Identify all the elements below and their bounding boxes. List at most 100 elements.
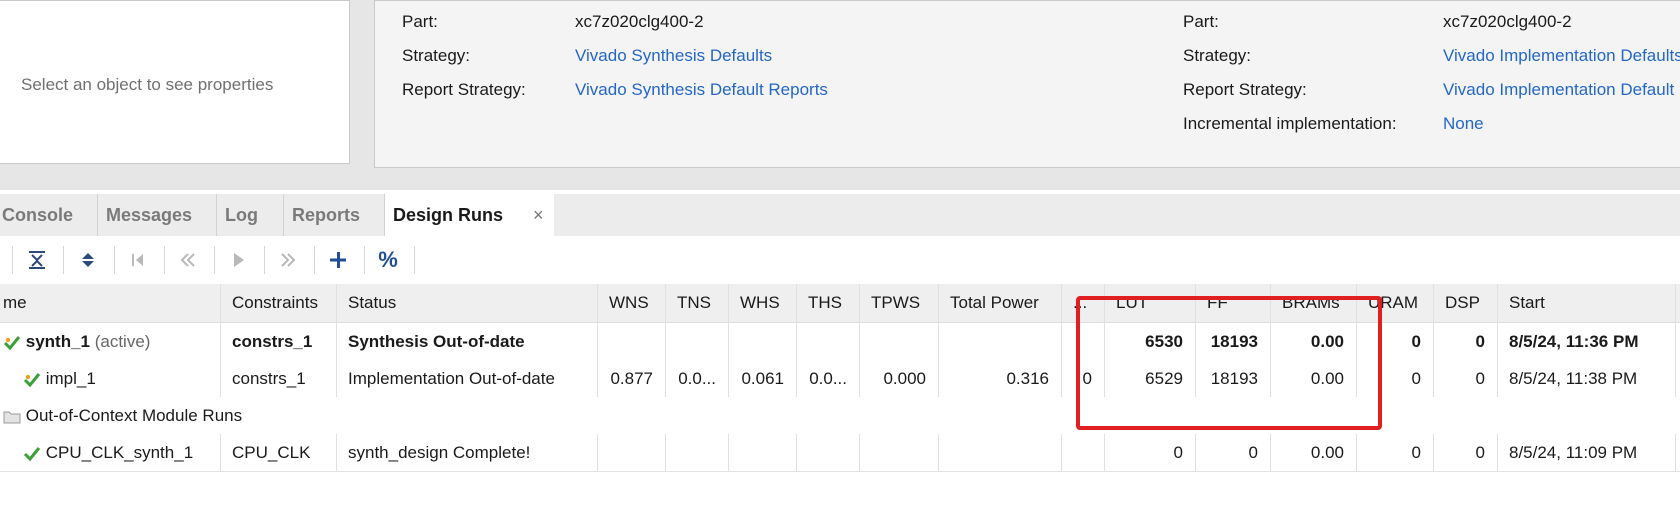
whs-cell: [729, 323, 797, 360]
ths-cell: [797, 434, 860, 471]
first-icon[interactable]: [122, 244, 154, 276]
expand-all-icon[interactable]: [72, 244, 104, 276]
constraints-cell: CPU_CLK: [221, 434, 337, 471]
total-power-cell: 0.316: [939, 360, 1062, 397]
status-check-icon: [23, 372, 41, 387]
run-name: synth_1: [25, 332, 90, 351]
toolbar-separator: [364, 246, 365, 274]
start-cell: 8/5/24, 11:38 PM: [1498, 360, 1676, 397]
total-power-cell: [939, 434, 1062, 471]
col-header-status[interactable]: Status: [337, 284, 598, 322]
col-header-wns[interactable]: WNS: [598, 284, 666, 322]
tpws-cell: [860, 434, 939, 471]
col-header-tns[interactable]: TNS: [666, 284, 729, 322]
impl-strategy-link[interactable]: Vivado Implementation Defaults: [1443, 46, 1680, 66]
next-icon[interactable]: [272, 244, 304, 276]
constraints-cell: constrs_1: [221, 360, 337, 397]
tab-messages[interactable]: Messages: [97, 194, 217, 236]
table-header: me Constraints Status WNS TNS WHS THS TP…: [0, 284, 1680, 323]
toolbar-separator: [214, 246, 215, 274]
whs-cell: 0.061: [729, 360, 797, 397]
whs-cell: [729, 434, 797, 471]
lut-cell: 0: [1105, 434, 1196, 471]
start-cell: 8/5/24, 11:36 PM: [1498, 323, 1676, 360]
table-row[interactable]: impl_1 constrs_1 Implementation Out-of-d…: [0, 360, 1680, 398]
dsp-cell: 0: [1434, 323, 1498, 360]
wns-cell: 0.877: [598, 360, 666, 397]
uram-cell: 0: [1357, 434, 1434, 471]
group-name-cell: Out-of-Context Module Runs: [0, 397, 592, 434]
collapse-all-icon[interactable]: [21, 244, 53, 276]
synth-part-label: Part:: [402, 12, 438, 31]
design-runs-toolbar: %: [0, 236, 1680, 284]
col-header-constraints[interactable]: Constraints: [221, 284, 337, 322]
properties-panel: Select an object to see properties: [0, 0, 350, 164]
status-cell: synth_design Complete!: [337, 434, 598, 471]
tab-reports[interactable]: Reports: [283, 194, 385, 236]
ff-cell: 0: [1196, 434, 1271, 471]
tab-console[interactable]: Console: [0, 194, 98, 236]
tpws-cell: 0.000: [860, 360, 939, 397]
toolbar-separator: [114, 246, 115, 274]
tab-log[interactable]: Log: [216, 194, 284, 236]
group-name: Out-of-Context Module Runs: [25, 406, 243, 425]
impl-part-label: Part:: [1183, 12, 1219, 31]
run-name-cell: impl_1: [0, 360, 221, 397]
impl-report-strategy-link[interactable]: Vivado Implementation Default Reports: [1443, 80, 1680, 100]
impl-incremental-link[interactable]: None: [1443, 114, 1484, 134]
col-header-name[interactable]: me: [0, 284, 221, 322]
status-cell: Synthesis Out-of-date: [337, 323, 598, 360]
impl-part-value: xc7z020clg400-2: [1443, 12, 1572, 31]
highlight-annotation-box: [1076, 296, 1382, 430]
toolbar-separator: [414, 246, 415, 274]
col-header-tpws[interactable]: TPWS: [860, 284, 939, 322]
table-row[interactable]: CPU_CLK_synth_1 CPU_CLK synth_design Com…: [0, 434, 1680, 472]
table-group-row[interactable]: Out-of-Context Module Runs: [0, 397, 1680, 435]
impl-strategy-label: Strategy:: [1183, 46, 1252, 65]
ths-cell: [797, 323, 860, 360]
col-header-total-power[interactable]: Total Power: [939, 284, 1062, 322]
tns-cell: 0.0...: [666, 360, 729, 397]
run-name: CPU_CLK_synth_1: [45, 443, 194, 462]
tab-design-runs[interactable]: Design Runs: [384, 194, 554, 236]
wns-cell: [598, 323, 666, 360]
status-check-icon: [3, 335, 21, 350]
wns-cell: [598, 434, 666, 471]
col-header-whs[interactable]: WHS: [729, 284, 797, 322]
folder-icon: [3, 411, 21, 424]
tns-cell: [666, 323, 729, 360]
run-name-cell: CPU_CLK_synth_1: [0, 434, 221, 471]
top-area: Select an object to see properties Part:…: [0, 0, 1680, 190]
synth-report-strategy-label: Report Strategy:: [402, 80, 526, 99]
properties-empty-text: Select an object to see properties: [21, 75, 274, 94]
status-cell: Implementation Out-of-date: [337, 360, 598, 397]
synth-report-strategy-link[interactable]: Vivado Synthesis Default Reports: [575, 80, 828, 100]
run-name: impl_1: [45, 369, 96, 388]
ths-cell: 0.0...: [797, 360, 860, 397]
toolbar-separator: [164, 246, 165, 274]
total-power-cell: [939, 323, 1062, 360]
synth-strategy-link[interactable]: Vivado Synthesis Defaults: [575, 46, 772, 66]
col-header-start[interactable]: Start: [1498, 284, 1676, 322]
tns-cell: [666, 434, 729, 471]
start-cell: 8/5/24, 11:09 PM: [1498, 434, 1676, 471]
col-header-dsp[interactable]: DSP: [1434, 284, 1498, 322]
toolbar-separator: [63, 246, 64, 274]
failed-routes-cell: [1062, 434, 1105, 471]
active-tag: (active): [94, 332, 151, 351]
toolbar-separator: [12, 246, 13, 274]
percent-icon[interactable]: %: [372, 244, 404, 276]
run-name-cell: synth_1 (active): [0, 323, 221, 360]
previous-icon[interactable]: [172, 244, 204, 276]
col-header-ths[interactable]: THS: [797, 284, 860, 322]
run-icon[interactable]: [222, 244, 254, 276]
synth-strategy-label: Strategy:: [402, 46, 471, 65]
synth-part-value: xc7z020clg400-2: [575, 12, 704, 31]
dsp-cell: 0: [1434, 360, 1498, 397]
table-row[interactable]: synth_1 (active) constrs_1 Synthesis Out…: [0, 323, 1680, 361]
add-icon[interactable]: [322, 244, 354, 276]
tab-close-icon[interactable]: ×: [533, 194, 544, 236]
tpws-cell: [860, 323, 939, 360]
constraints-cell: constrs_1: [221, 323, 337, 360]
col-header-elapsed[interactable]: E: [1676, 284, 1680, 322]
